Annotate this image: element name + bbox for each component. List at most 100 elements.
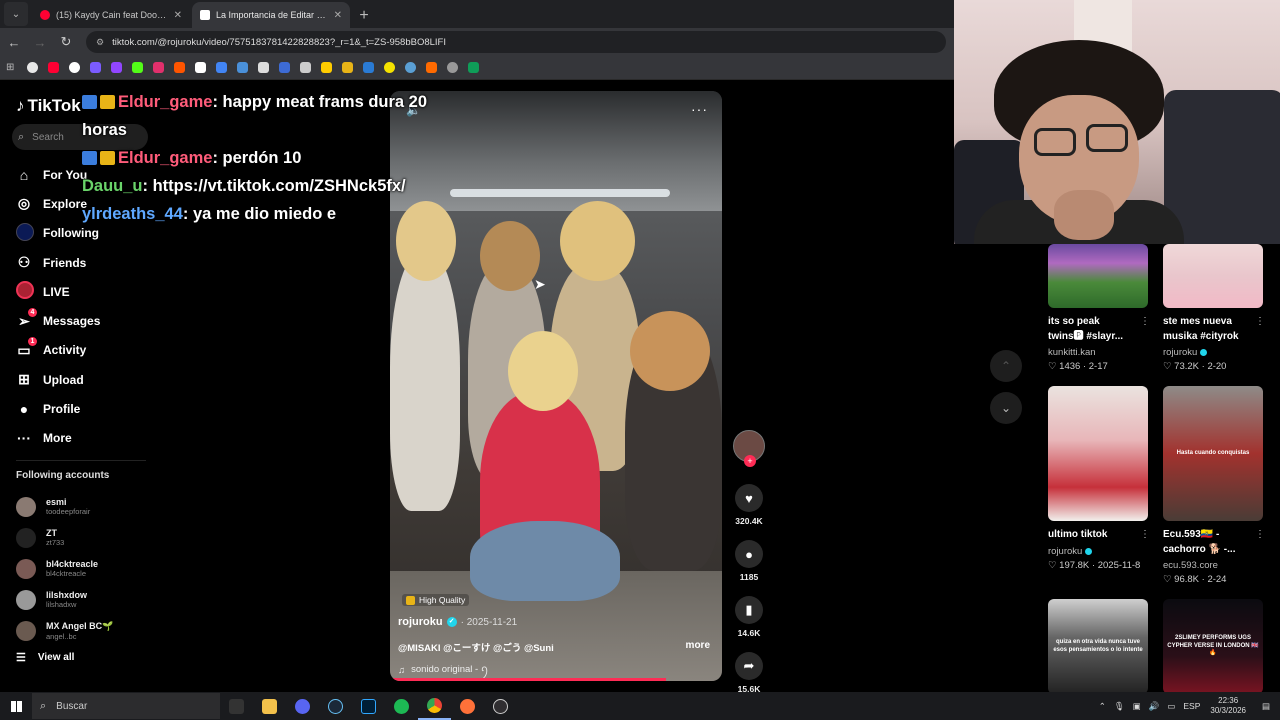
author-name[interactable]: rojuroku: [398, 616, 443, 628]
tiktok-logo[interactable]: ♪ TikTok: [16, 96, 81, 116]
bookmark-icon[interactable]: [258, 62, 270, 73]
video-thumbnail[interactable]: [1048, 386, 1148, 521]
video-thumbnail[interactable]: Hasta cuando conquistas: [1163, 386, 1263, 521]
bookmark-icon[interactable]: [468, 62, 480, 73]
heart-icon[interactable]: ♥: [735, 484, 763, 512]
following-account[interactable]: MX Angel BC🌱 angel..bc: [16, 615, 156, 646]
comment-action[interactable]: ● 1185: [732, 540, 766, 582]
bookmark-icon[interactable]: [27, 62, 39, 73]
scroll-up-button[interactable]: ⌃: [990, 350, 1022, 382]
taskbar-app-epic[interactable]: [220, 692, 253, 720]
video-options-icon[interactable]: ⋮: [1255, 316, 1265, 327]
follow-plus-icon[interactable]: +: [744, 455, 756, 467]
bookmark-icon[interactable]: [153, 62, 165, 73]
taskbar-app-firefox[interactable]: [451, 692, 484, 720]
language-indicator[interactable]: ESP: [1183, 701, 1200, 711]
bookmark-icon[interactable]: [195, 62, 207, 73]
reload-button[interactable]: ↻: [54, 30, 78, 54]
following-account[interactable]: esmi toodeepforair: [16, 491, 156, 522]
share-action[interactable]: ➦ 15.6K: [732, 652, 766, 694]
bookmark-icon[interactable]: [111, 62, 123, 73]
start-button[interactable]: [0, 692, 32, 720]
tray-chevron-icon[interactable]: ⌃: [1099, 701, 1106, 712]
notifications-icon[interactable]: ▤: [1262, 701, 1270, 712]
taskbar-app-spotify[interactable]: [385, 692, 418, 720]
recommended-video[interactable]: 2SLIMEY PERFORMS UGS CYPHER VERSE IN LON…: [1163, 599, 1265, 694]
bookmark-icon[interactable]: [216, 62, 228, 73]
video-author[interactable]: kunkitti.kan: [1048, 347, 1150, 358]
network-icon[interactable]: ▣: [1133, 701, 1141, 712]
recommended-video[interactable]: Hasta cuando conquistas Ecu.593🇪🇨 - cacho…: [1163, 386, 1265, 585]
scroll-down-button[interactable]: ⌄: [990, 392, 1022, 424]
following-account[interactable]: bl4cktreacle bl4cktreacle: [16, 553, 156, 584]
bookmark-icon[interactable]: [384, 62, 396, 73]
video-progress-bar[interactable]: [390, 678, 666, 681]
video-thumbnail[interactable]: [1048, 244, 1148, 308]
bookmark-icon[interactable]: [405, 62, 417, 73]
bookmark-icon[interactable]: ▮: [735, 596, 763, 624]
microphone-icon[interactable]: 🎙: [1114, 701, 1125, 712]
video-options-icon[interactable]: ⋮: [1255, 529, 1265, 540]
bookmark-icon[interactable]: [342, 62, 354, 73]
apps-grid-icon[interactable]: ⊞: [6, 62, 14, 73]
taskbar-app-steam[interactable]: [319, 692, 352, 720]
like-action[interactable]: ♥ 320.4K: [732, 484, 766, 526]
comment-icon[interactable]: ●: [735, 540, 763, 568]
bookmark-icon[interactable]: [132, 62, 144, 73]
new-tab-button[interactable]: +: [352, 4, 376, 28]
taskbar-app-obs[interactable]: [484, 692, 517, 720]
sidebar-item-more[interactable]: ··· More: [16, 424, 156, 453]
author-avatar[interactable]: +: [733, 430, 765, 467]
bookmark-icon[interactable]: [48, 62, 60, 73]
bookmark-icon[interactable]: [300, 62, 312, 73]
bookmark-icon[interactable]: [321, 62, 333, 73]
sidebar-item-friends[interactable]: ⚇ Friends: [16, 248, 156, 277]
back-button[interactable]: ←: [2, 30, 26, 54]
video-sound[interactable]: ♫ sonido original - ꪆ: [398, 660, 489, 680]
recommended-video[interactable]: its so peak twins🅿 #slayr... ⋮ kunkitti.ka…: [1048, 244, 1150, 372]
video-author[interactable]: rojuroku: [1163, 347, 1265, 358]
bookmark-icon[interactable]: [90, 62, 102, 73]
tab-youtube[interactable]: (15) Kaydy Cain feat Doony Gra ✕: [32, 2, 190, 28]
share-icon[interactable]: ➦: [735, 652, 763, 680]
clock[interactable]: 22:36 30/3/2026: [1210, 696, 1246, 716]
sidebar-item-live[interactable]: LIVE: [16, 277, 156, 306]
recommended-video[interactable]: ultimo tiktok ⋮ rojuroku ♡ 197.8K · 2025-11…: [1048, 386, 1150, 571]
video-description[interactable]: @MISAKI @こーすけ @ごう @Suni: [398, 640, 554, 654]
recommended-video[interactable]: ste mes nueva musika #cityrok ⋮ rojuroku ♡ …: [1163, 244, 1265, 372]
taskbar-app-explorer[interactable]: [253, 692, 286, 720]
video-author[interactable]: ecu.593.core: [1163, 560, 1265, 571]
tab-tiktok[interactable]: La Importancia de Editar Fotos ✕: [192, 2, 350, 28]
video-thumbnail[interactable]: 2SLIMEY PERFORMS UGS CYPHER VERSE IN LON…: [1163, 599, 1263, 694]
close-tab-icon[interactable]: ✕: [334, 10, 342, 21]
video-author[interactable]: rojuroku ✓ · 2025-11-21: [398, 616, 517, 628]
more-button[interactable]: more: [686, 640, 710, 651]
sidebar-item-upload[interactable]: ⊞ Upload: [16, 365, 156, 394]
save-action[interactable]: ▮ 14.6K: [732, 596, 766, 638]
volume-icon[interactable]: 🔊: [1149, 701, 1160, 712]
bookmark-icon[interactable]: [174, 62, 186, 73]
bookmark-icon[interactable]: [69, 62, 81, 73]
following-account[interactable]: ZT zt733: [16, 522, 156, 553]
sidebar-item-activity[interactable]: ▭ 1 Activity: [16, 336, 156, 365]
video-author[interactable]: rojuroku: [1048, 546, 1150, 557]
video-options-icon[interactable]: ⋮: [1140, 529, 1150, 540]
video-options-icon[interactable]: ⋮: [1140, 316, 1150, 327]
video-thumbnail[interactable]: quiza en otra vida nunca tuve esos pensa…: [1048, 599, 1148, 694]
bookmark-icon[interactable]: [279, 62, 291, 73]
close-tab-icon[interactable]: ✕: [174, 10, 182, 21]
bookmark-icon[interactable]: [426, 62, 438, 73]
taskbar-search[interactable]: ⌕ Buscar: [32, 693, 220, 719]
video-thumbnail[interactable]: [1163, 244, 1263, 308]
bookmark-icon[interactable]: [237, 62, 249, 73]
following-account[interactable]: lilshxdow lilshadxw: [16, 584, 156, 615]
taskbar-app-chrome[interactable]: [418, 692, 451, 720]
bookmark-icon[interactable]: [447, 62, 459, 73]
battery-icon[interactable]: ▭: [1167, 701, 1175, 712]
taskbar-app-discord[interactable]: [286, 692, 319, 720]
view-all-button[interactable]: ☰ View all: [16, 651, 74, 664]
forward-button[interactable]: →: [28, 30, 52, 54]
site-info-icon[interactable]: ⚙: [96, 37, 104, 48]
sidebar-item-messages[interactable]: ➢ 4 Messages: [16, 306, 156, 335]
tab-search-menu[interactable]: ⌄: [4, 2, 28, 26]
